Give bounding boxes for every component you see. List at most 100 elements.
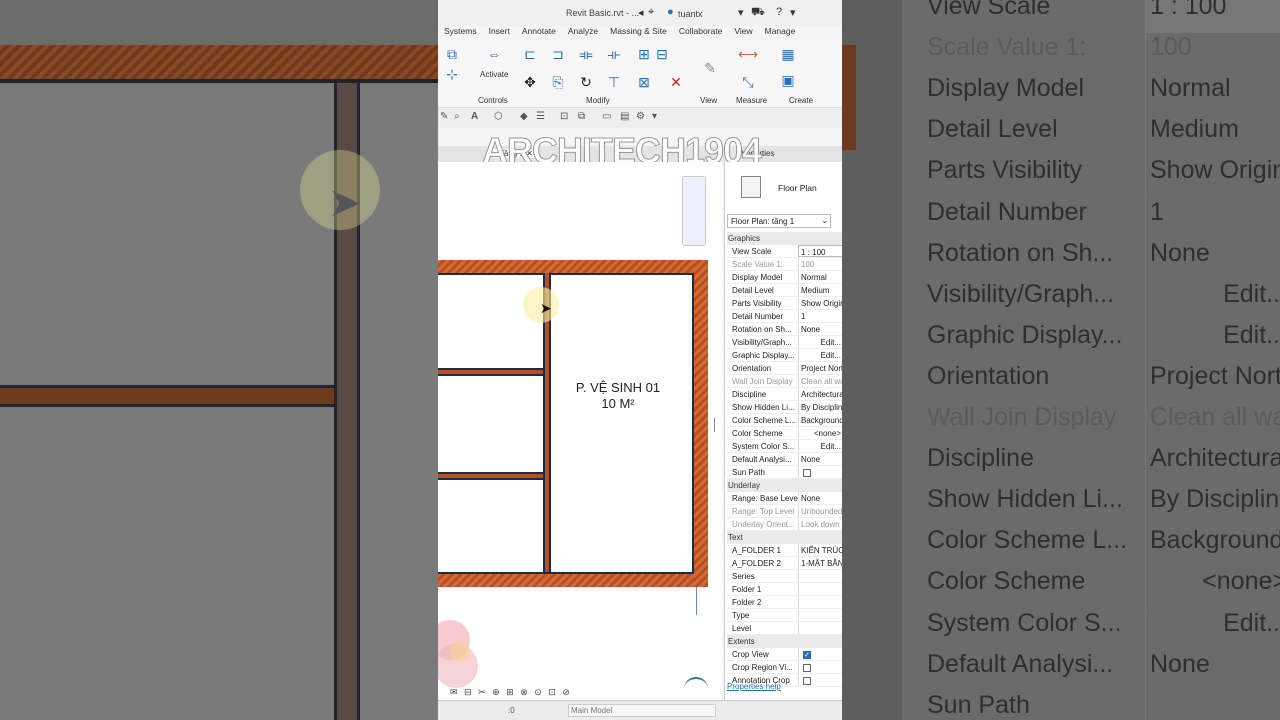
create-similar-icon[interactable]: ▦ [778,44,798,64]
thin-lines-icon[interactable]: ☰ [536,111,545,122]
property-group-header[interactable]: Text [727,531,842,544]
user-name[interactable]: tuantx [678,9,703,19]
help-icon[interactable]: ? [776,6,782,18]
property-row[interactable]: Orientation Project North [727,362,842,375]
mirror-draw-icon[interactable]: ⟛ [604,44,624,64]
property-row[interactable]: Wall Join Display Clean all wall joins [727,375,842,388]
navigation-bar[interactable] [682,176,706,246]
property-value[interactable]: None [798,492,842,504]
property-row[interactable]: Folder 1 [727,583,842,596]
property-row[interactable]: Series [727,570,842,583]
wall-right[interactable] [694,260,708,587]
offset-icon[interactable]: ⊐ [548,44,568,64]
property-value[interactable] [798,466,842,478]
property-value[interactable]: Clean all wall joins [798,375,842,387]
binoculars-icon[interactable]: ⌖ [648,6,654,19]
property-value[interactable]: 1 : 100 [798,245,842,257]
property-row[interactable]: Display Model Normal [727,271,842,284]
property-row[interactable]: Detail Number 1 [727,310,842,323]
property-value[interactable]: Background [798,414,842,426]
ribbon-tab[interactable]: Analyze [562,26,604,40]
property-value[interactable]: None [798,453,842,465]
property-value[interactable] [798,674,842,686]
wall-top[interactable] [438,260,708,273]
property-row[interactable]: Crop Region Vi... [727,661,842,674]
property-row[interactable]: Underlay Orient... Look down [727,518,842,531]
checkbox[interactable] [803,676,811,685]
wall-partition-2[interactable] [438,472,543,480]
model-selector[interactable]: Main Model [568,704,716,717]
property-value[interactable]: Edit... [798,336,842,348]
property-value[interactable] [798,609,842,621]
property-group-header[interactable]: Graphics [727,232,842,245]
property-row[interactable]: Color Scheme L... Background [727,414,842,427]
tag-icon[interactable]: ⌕ [454,111,460,122]
checkbox[interactable] [803,468,811,477]
property-group-header[interactable]: Extents [727,635,842,648]
property-value[interactable]: Edit... [798,440,842,452]
property-value[interactable]: 1 [798,310,842,322]
ribbon-tab[interactable]: Collaborate [673,26,728,40]
property-row[interactable]: A_FOLDER 1 KIẾN TRÚC [727,544,842,557]
property-value[interactable] [798,570,842,582]
property-row[interactable]: Detail Level Medium [727,284,842,297]
instance-selector[interactable]: Floor Plan: tầng 1 ⌄ [727,214,831,228]
property-value[interactable]: 100 [798,258,842,270]
wall-partition-1[interactable] [438,368,543,376]
ribbon-tab[interactable]: Massing & Site [604,26,673,40]
align-icon[interactable]: ⊏ [520,44,540,64]
property-row[interactable]: Graphic Display... Edit... [727,349,842,362]
property-row[interactable]: A_FOLDER 2 1-MẶT BẰNG [727,557,842,570]
layout-icon[interactable]: ▤ [620,111,629,122]
property-value[interactable]: None [798,323,842,335]
floor-plan-canvas[interactable]: P. VỆ SINH 01 10 M² ➤ [438,162,722,700]
view-tool-icon[interactable]: ✎ [700,58,720,78]
scale-icon[interactable]: ⊠ [634,72,654,92]
property-row[interactable]: Rotation on Sh... None [727,323,842,336]
property-value[interactable]: Normal [798,271,842,283]
snap-icon[interactable]: ⊹ [442,64,462,84]
property-row[interactable]: Type [727,609,842,622]
property-value[interactable] [798,583,842,595]
property-value[interactable]: Edit... [798,349,842,361]
property-value[interactable]: 1-MẶT BẰNG [798,557,842,569]
property-value[interactable]: KIẾN TRÚC [798,544,842,556]
property-value[interactable]: Architectural [798,388,842,400]
trim-icon[interactable]: ⊤ [604,72,624,92]
property-value[interactable]: Look down [798,518,842,530]
property-row[interactable]: Parts Visibility Show Original [727,297,842,310]
property-value[interactable]: Unbounded [798,505,842,517]
delete-icon[interactable]: ✕ [666,72,686,92]
property-group-header[interactable]: Underlay [727,479,842,492]
property-row[interactable]: Sun Path [727,466,842,479]
splitter-handle[interactable] [714,418,715,432]
mirror-icon[interactable]: ⟚ [576,44,596,64]
property-value[interactable]: By Discipline [798,401,842,413]
array-icon[interactable]: ⊟ [652,44,672,64]
property-row[interactable]: Color Scheme <none> [727,427,842,440]
property-value[interactable]: Medium [798,284,842,296]
ribbon-tab[interactable]: Annotate [516,26,562,40]
wall-bottom[interactable] [438,574,708,587]
property-value[interactable] [798,596,842,608]
help-dropdown-icon[interactable]: ▾ [790,6,796,19]
property-value[interactable] [798,622,842,634]
close-hidden-icon[interactable]: ⊡ [560,111,568,122]
ribbon-tab[interactable]: Manage [759,26,802,40]
user-icon[interactable]: ● [667,6,674,18]
ribbon-tab[interactable]: Systems [438,26,483,40]
property-value[interactable]: Show Original [798,297,842,309]
property-row[interactable]: Level [727,622,842,635]
activate-label[interactable]: Activate [480,70,508,79]
move-icon[interactable]: ✥ [520,72,540,92]
measure-icon[interactable]: ⟷ [738,44,758,64]
checkbox[interactable] [803,649,811,660]
property-row[interactable]: Discipline Architectural [727,388,842,401]
activate-icon[interactable]: ⇔ [484,44,504,64]
property-value[interactable] [798,648,842,660]
qat-dropdown-icon[interactable]: ▾ [652,111,657,122]
text-icon[interactable]: A [471,111,478,122]
property-row[interactable]: Visibility/Graph... Edit... [727,336,842,349]
property-row[interactable]: System Color S... Edit... [727,440,842,453]
property-row[interactable]: Default Analysi... None [727,453,842,466]
